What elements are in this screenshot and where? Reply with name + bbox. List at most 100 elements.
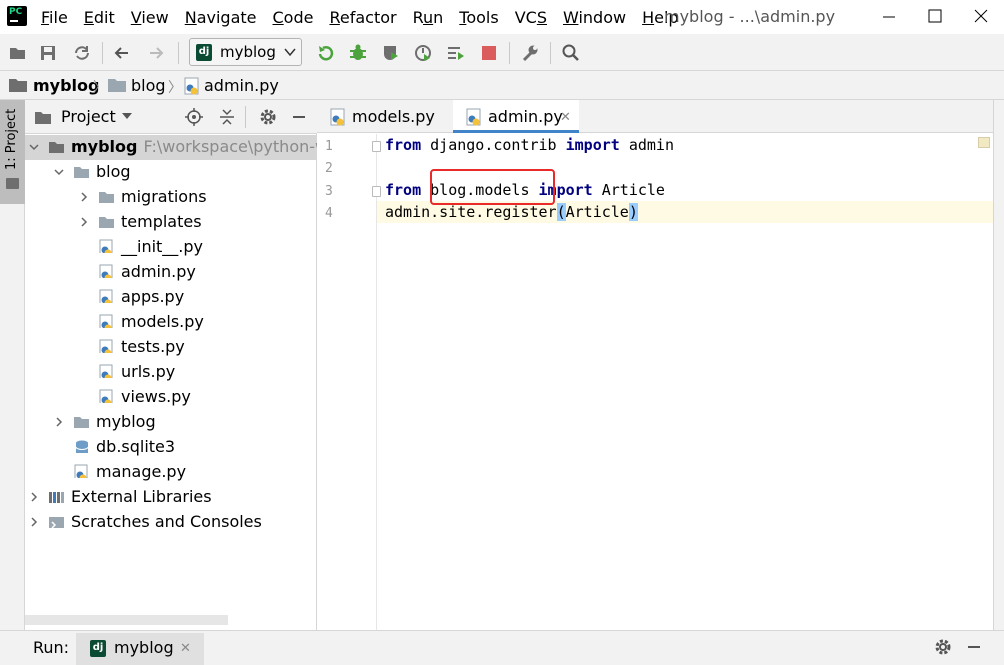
menu-file[interactable]: File: [41, 8, 68, 27]
tree-item[interactable]: apps.py: [25, 285, 317, 310]
pycharm-app-icon[interactable]: PC: [7, 6, 27, 26]
menu-window[interactable]: Window: [563, 8, 626, 27]
fold-marker-icon[interactable]: [372, 141, 381, 152]
save-all-icon[interactable]: [38, 43, 58, 63]
back-arrow-icon[interactable]: [112, 43, 132, 63]
tree-item[interactable]: blog: [25, 160, 317, 185]
chevron-down-icon[interactable]: [121, 112, 133, 121]
tree-item[interactable]: views.py: [25, 385, 317, 410]
database-icon: [75, 440, 89, 453]
tree-item-label: admin.py: [121, 262, 196, 281]
menu-navigate[interactable]: Navigate: [185, 8, 257, 27]
tab-models-py[interactable]: models.py: [317, 100, 453, 133]
tree-item[interactable]: templates: [25, 210, 317, 235]
breadcrumb-item-file[interactable]: admin.py: [204, 76, 279, 95]
close-tab-icon[interactable]: ✕: [180, 641, 191, 656]
synchronize-icon[interactable]: [72, 43, 92, 63]
tree-item-label: models.py: [121, 312, 204, 331]
minimize-button[interactable]: [866, 0, 912, 34]
tree-item[interactable]: myblog F:\workspace\python-wo: [25, 135, 338, 160]
folder-icon: [108, 78, 126, 92]
breadcrumb-separator-icon: 〉: [168, 80, 182, 96]
debug-icon[interactable]: [348, 43, 368, 63]
tab-admin-py[interactable]: admin.py ✕: [453, 100, 579, 133]
chevron-right-icon[interactable]: [79, 217, 89, 227]
project-view-selector[interactable]: Project: [61, 107, 116, 126]
tree-item[interactable]: migrations: [25, 185, 317, 210]
tree-item[interactable]: __init__.py: [25, 235, 317, 260]
tree-item[interactable]: myblog: [25, 410, 317, 435]
tree-item[interactable]: admin.py: [25, 260, 317, 285]
folder-icon: [74, 167, 89, 178]
menu-vcs[interactable]: VCS: [515, 8, 547, 27]
code-editor[interactable]: from django.contrib import admin from bl…: [385, 134, 993, 630]
stop-icon[interactable]: [479, 43, 499, 63]
concurrency-diagram-icon[interactable]: [446, 43, 466, 63]
code-line-1: from django.contrib import admin: [385, 136, 674, 154]
tab-label: models.py: [352, 107, 435, 126]
chevron-right-icon[interactable]: [79, 192, 89, 202]
project-tool-tab-label: 1: Project: [4, 108, 19, 170]
run-tab-myblog[interactable]: dj myblog ✕: [76, 633, 204, 665]
maximize-button[interactable]: [912, 0, 958, 34]
breadcrumb: myblog 〉 blog 〉 admin.py: [0, 71, 1004, 100]
breadcrumb-separator-icon: 〉: [93, 80, 107, 96]
python-file-icon: [99, 239, 113, 253]
chevron-down-icon[interactable]: [54, 167, 64, 177]
tree-item[interactable]: External Libraries: [25, 485, 317, 510]
matched-paren: (: [556, 203, 566, 221]
rerun-icon[interactable]: [316, 43, 336, 63]
collapse-all-icon[interactable]: [218, 108, 236, 126]
chevron-down-icon: [284, 48, 296, 57]
inspection-status-marker[interactable]: [978, 137, 990, 148]
tree-item[interactable]: tests.py: [25, 335, 317, 360]
chevron-down-icon[interactable]: [29, 142, 39, 152]
menu-run[interactable]: Run: [413, 8, 444, 27]
chevron-right-icon[interactable]: [54, 417, 64, 427]
scratches-icon: [49, 517, 64, 528]
django-icon: dj: [90, 640, 106, 657]
profile-icon[interactable]: [413, 43, 433, 63]
run-with-coverage-icon[interactable]: [381, 43, 401, 63]
close-tab-icon[interactable]: ✕: [560, 110, 571, 125]
gear-icon[interactable]: [934, 638, 952, 656]
project-panel-header: Project: [25, 100, 317, 134]
tree-item-label: __init__.py: [121, 237, 204, 256]
close-window-button[interactable]: [958, 0, 1004, 34]
gear-icon[interactable]: [259, 108, 277, 126]
tree-item[interactable]: manage.py: [25, 460, 317, 485]
chevron-right-icon[interactable]: [29, 517, 39, 527]
menu-refactor[interactable]: Refactor: [329, 8, 396, 27]
folder-icon: [49, 142, 64, 153]
menu-code[interactable]: Code: [273, 8, 314, 27]
hide-panel-icon[interactable]: [290, 108, 308, 126]
tree-item-label: myblog: [71, 137, 138, 156]
tree-item-label: External Libraries: [71, 487, 212, 506]
menu-view[interactable]: View: [131, 8, 169, 27]
tree-item[interactable]: Scratches and Consoles: [25, 510, 317, 535]
tree-item[interactable]: models.py: [25, 310, 317, 335]
run-configuration-dropdown[interactable]: dj myblog: [189, 38, 302, 66]
tree-item[interactable]: db.sqlite3: [25, 435, 317, 460]
locate-file-icon[interactable]: [185, 108, 203, 126]
open-folder-icon[interactable]: [8, 43, 28, 63]
forward-arrow-icon[interactable]: [146, 43, 166, 63]
hide-panel-icon[interactable]: [965, 638, 983, 656]
title-bar: PC File Edit View Navigate Code Refactor Run To…: [0, 0, 1004, 34]
python-file-icon: [330, 108, 345, 126]
tree-item-label: tests.py: [121, 337, 185, 356]
horizontal-scrollbar[interactable]: [25, 615, 228, 625]
settings-wrench-icon[interactable]: [520, 43, 540, 63]
breadcrumb-item-blog[interactable]: blog: [131, 76, 166, 95]
tree-item[interactable]: urls.py: [25, 360, 317, 385]
right-tool-strip[interactable]: [993, 100, 1004, 630]
tree-item-label: urls.py: [121, 362, 176, 381]
project-tool-tab[interactable]: 1: Project: [0, 100, 25, 204]
fold-marker-icon[interactable]: [372, 186, 381, 197]
menu-tools[interactable]: Tools: [459, 8, 498, 27]
search-everywhere-icon[interactable]: [561, 43, 581, 63]
menu-edit[interactable]: Edit: [84, 8, 115, 27]
chevron-right-icon[interactable]: [29, 492, 39, 502]
breadcrumb-item-project[interactable]: myblog: [33, 76, 99, 95]
python-file-icon: [99, 389, 113, 403]
